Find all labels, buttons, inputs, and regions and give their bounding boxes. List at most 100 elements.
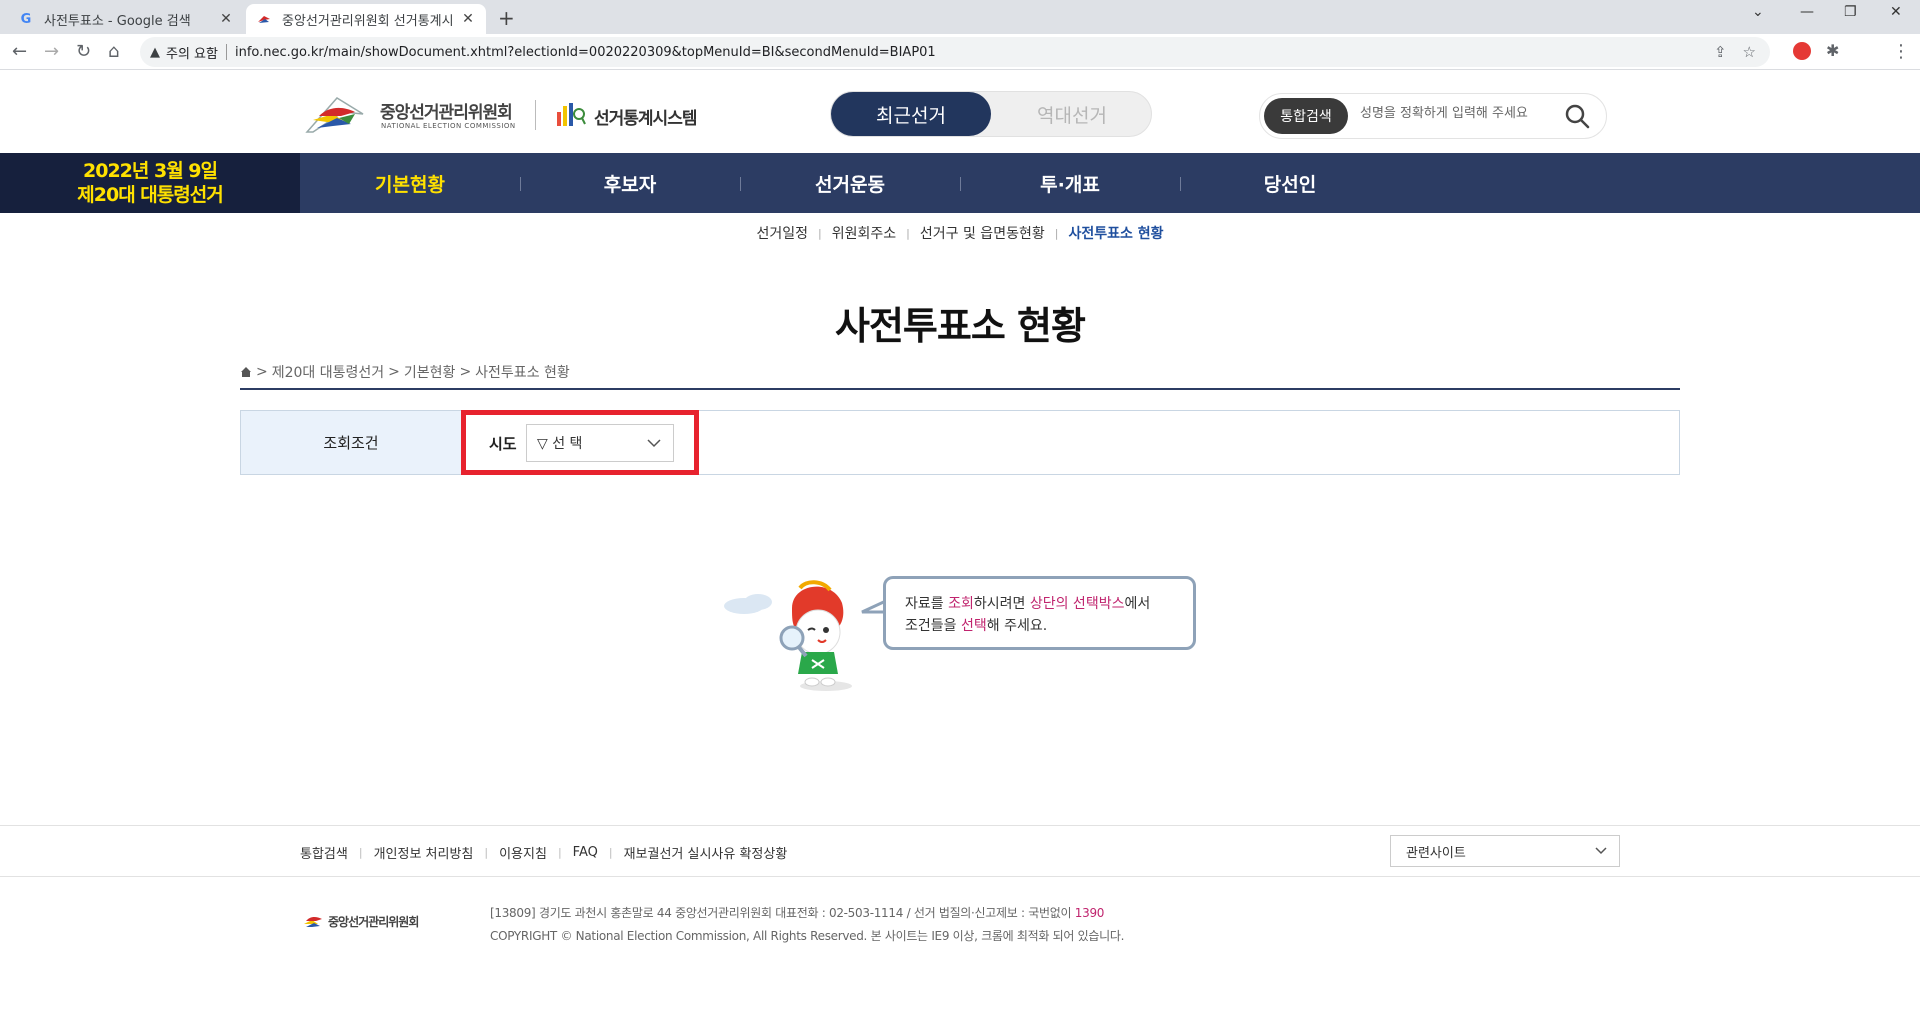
election-badge[interactable]: 2022년 3월 9일 제20대 대통령선거 <box>0 153 300 213</box>
breadcrumb-item[interactable]: 사전투표소 현황 <box>475 362 570 382</box>
sido-selected-value: ▽ 선 택 <box>537 436 583 452</box>
hotline-number: 1390 <box>1074 906 1105 920</box>
footer-link-faq[interactable]: FAQ <box>562 845 609 860</box>
divider <box>0 825 1920 826</box>
address-bar-row: ← → ↻ ⌂ ▲ 주의 요함 info.nec.go.kr/main/show… <box>0 34 1920 70</box>
guide-text: 조건들을 <box>905 618 961 634</box>
nav-basic-status[interactable]: 기본현황 <box>300 153 520 213</box>
guide-line-2: 조건들을 선택해 주세요. <box>905 615 1193 637</box>
breadcrumb: > 제20대 대통령선거 > 기본현황 > 사전투표소 현황 <box>240 362 570 382</box>
window-close-icon[interactable]: ✕ <box>1890 4 1902 20</box>
guide-text: 에서 <box>1124 596 1151 612</box>
home-icon[interactable] <box>240 366 252 378</box>
home-icon[interactable]: ⌂ <box>108 41 119 62</box>
search-icon[interactable] <box>1564 103 1590 129</box>
nec-favicon-icon <box>256 11 272 27</box>
sido-select[interactable]: ▽ 선 택 <box>526 424 674 462</box>
browser-tab-google[interactable]: G 사전투표소 - Google 검색 ✕ <box>8 4 244 34</box>
footer-link-search[interactable]: 통합검색 <box>300 843 359 862</box>
footer-logo: 중앙선거관리위원회 <box>302 912 419 930</box>
breadcrumb-item[interactable]: 제20대 대통령선거 <box>272 362 384 382</box>
divider <box>240 388 1680 390</box>
integrated-search: 통합검색 <box>1259 93 1607 139</box>
sub-navigation: 선거일정 | 위원회주소 | 선거구 및 읍면동현황 | 사전투표소 현황 <box>0 223 1920 243</box>
breadcrumb-sep: > <box>388 364 400 380</box>
main-navigation: 2022년 3월 9일 제20대 대통령선거 기본현황 후보자 선거운동 투·개… <box>0 153 1920 213</box>
warning-icon[interactable]: ▲ <box>150 45 160 60</box>
subnav-early-voting-stations[interactable]: 사전투표소 현황 <box>1058 223 1173 243</box>
browser-tab-nec[interactable]: 중앙선거관리위원회 선거통계시 ✕ <box>246 4 486 34</box>
url-text[interactable]: info.nec.go.kr/main/showDocument.xhtml?e… <box>235 45 936 60</box>
forward-icon[interactable]: → <box>44 41 59 62</box>
breadcrumb-sep: > <box>256 364 268 380</box>
subnav-election-schedule[interactable]: 선거일정 <box>747 223 819 243</box>
stats-system-icon[interactable] <box>556 102 586 128</box>
close-tab-icon[interactable]: ✕ <box>460 11 476 27</box>
sido-label: 시도 <box>489 435 517 453</box>
guide-line-1: 자료를 조회하시려면 상단의 선택박스에서 <box>905 593 1193 615</box>
divider <box>225 44 227 60</box>
chrome-menu-icon[interactable]: ⋮ <box>1892 41 1910 62</box>
nav-candidates[interactable]: 후보자 <box>520 153 740 213</box>
nav-elected[interactable]: 당선인 <box>1180 153 1400 213</box>
chevron-down-icon <box>647 439 661 448</box>
chevron-down-icon <box>1595 847 1607 855</box>
footer-address: [13809] 경기도 과천시 홍촌말로 44 중앙선거관리위원회 대표전화 :… <box>490 902 1124 948</box>
footer-link-terms[interactable]: 이용지침 <box>488 843 558 862</box>
query-condition-label: 조회조건 <box>241 411 461 474</box>
breadcrumb-sep: > <box>459 364 472 380</box>
security-label[interactable]: 주의 요함 <box>166 43 218 62</box>
search-label: 통합검색 <box>1264 98 1348 134</box>
subnav-district-status[interactable]: 선거구 및 읍면동현황 <box>910 223 1055 243</box>
reload-icon[interactable]: ↻ <box>76 41 91 62</box>
guide-text: 해 주세요. <box>986 618 1048 634</box>
tab-title: 중앙선거관리위원회 선거통계시 <box>282 13 454 29</box>
address-text: [13809] 경기도 과천시 홍촌말로 44 중앙선거관리위원회 대표전화 :… <box>490 906 1075 920</box>
system-name[interactable]: 선거통계시스템 <box>594 104 697 129</box>
org-name-en: NATIONAL ELECTION COMMISSION <box>381 122 516 130</box>
footer-link-by-election[interactable]: 재보궐선거 실시사유 확정상황 <box>613 843 799 862</box>
footer-links: 통합검색 | 개인정보 처리방침 | 이용지침 | FAQ | 재보궐선거 실시… <box>300 843 798 862</box>
divider <box>0 876 1920 877</box>
page-title: 사전투표소 현황 <box>835 304 1086 348</box>
new-tab-button[interactable]: + <box>498 6 515 30</box>
nec-emblem-icon <box>304 916 322 927</box>
share-icon[interactable]: ⇪ <box>1714 43 1727 61</box>
guide-highlight: 조회 <box>948 596 974 612</box>
tab-search-icon[interactable]: ⌄ <box>1752 4 1764 20</box>
minimize-icon[interactable]: — <box>1800 4 1814 20</box>
restore-icon[interactable]: ❐ <box>1844 4 1857 20</box>
nav-voting-counting[interactable]: 투·개표 <box>960 153 1180 213</box>
close-tab-icon[interactable]: ✕ <box>218 11 234 27</box>
election-toggle: 최근선거 역대선거 <box>830 91 1152 137</box>
search-input[interactable] <box>1360 106 1560 121</box>
subnav-committee-address[interactable]: 위원회주소 <box>822 223 906 243</box>
nav-campaign[interactable]: 선거운동 <box>740 153 960 213</box>
guide-text: 하시려면 <box>973 596 1030 612</box>
guide-speech-bubble: 자료를 조회하시려면 상단의 선택박스에서 조건들을 선택해 주세요. <box>883 576 1196 650</box>
guide-text: 자료를 <box>905 596 949 612</box>
address-input[interactable]: ▲ 주의 요함 info.nec.go.kr/main/showDocument… <box>140 37 1770 67</box>
google-favicon-icon: G <box>20 11 32 27</box>
divider <box>535 100 536 130</box>
footer-address-line: [13809] 경기도 과천시 홍촌말로 44 중앙선거관리위원회 대표전화 :… <box>490 902 1124 925</box>
election-date: 2022년 3월 9일 <box>83 160 218 182</box>
footer-org-name: 중앙선거관리위원회 <box>328 914 419 929</box>
org-name[interactable]: 중앙선거관리위원회 <box>380 98 513 123</box>
browser-tab-strip: G 사전투표소 - Google 검색 ✕ 중앙선거관리위원회 선거통계시 ✕ … <box>0 0 1920 34</box>
bookmark-star-icon[interactable]: ☆ <box>1743 43 1756 61</box>
recent-election-tab[interactable]: 최근선거 <box>831 92 991 136</box>
footer-link-privacy[interactable]: 개인정보 처리방침 <box>363 843 485 862</box>
related-sites-select[interactable]: 관련사이트 <box>1390 835 1620 867</box>
copyright: COPYRIGHT © National Election Commission… <box>490 929 1125 943</box>
omnibox-icons: ⇪ ☆ <box>1714 43 1756 61</box>
extensions-puzzle-icon[interactable]: ✱ <box>1826 41 1839 60</box>
past-election-tab[interactable]: 역대선거 <box>993 92 1151 136</box>
guide-highlight: 선택 <box>960 618 987 634</box>
tab-title: 사전투표소 - Google 검색 <box>44 13 191 29</box>
breadcrumb-item[interactable]: 기본현황 <box>404 362 456 382</box>
nec-emblem-icon[interactable] <box>303 88 367 136</box>
query-condition-box: 조회조건 시도 ▽ 선 택 <box>240 410 1680 475</box>
adblock-extension-icon[interactable] <box>1793 42 1811 60</box>
back-icon[interactable]: ← <box>12 41 27 62</box>
